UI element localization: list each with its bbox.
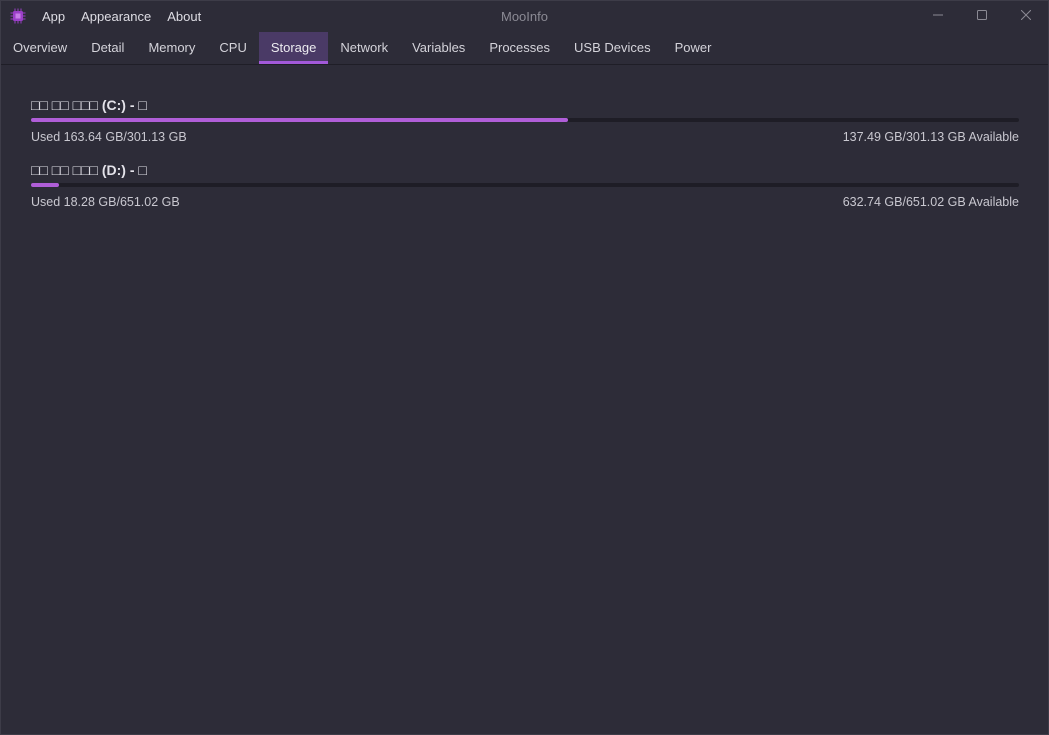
tab-usb-devices[interactable]: USB Devices — [562, 32, 663, 64]
tab-detail[interactable]: Detail — [79, 32, 136, 64]
available-text: 632.74 GB/651.02 GB Available — [842, 195, 1019, 209]
drive-c: □□ □□ □□□ (C:) - □ Used 163.64 GB/301.13… — [31, 95, 1019, 145]
tab-memory[interactable]: Memory — [136, 32, 207, 64]
tab-power[interactable]: Power — [663, 32, 724, 64]
chip-icon — [10, 8, 26, 24]
tab-storage[interactable]: Storage — [258, 32, 329, 64]
storage-panel: □□ □□ □□□ (C:) - □ Used 163.64 GB/301.13… — [31, 95, 1019, 225]
close-icon — [1020, 7, 1032, 25]
menu-appearance[interactable]: Appearance — [73, 1, 159, 33]
usage-bar — [31, 183, 1019, 187]
maximize-button[interactable] — [960, 1, 1004, 31]
tab-bar: Overview Detail Memory CPU Storage Netwo… — [1, 32, 1048, 65]
minimize-button[interactable] — [916, 1, 960, 31]
tab-cpu[interactable]: CPU — [207, 32, 258, 64]
menu-app[interactable]: App — [34, 1, 73, 33]
available-text: 137.49 GB/301.13 GB Available — [842, 130, 1019, 144]
close-button[interactable] — [1004, 1, 1048, 31]
usage-bar-fill — [31, 183, 59, 187]
minimize-icon — [933, 7, 943, 25]
maximize-icon — [977, 7, 987, 25]
used-text: Used 18.28 GB/651.02 GB — [31, 195, 180, 209]
usage-bar — [31, 118, 1019, 122]
drive-d: □□ □□ □□□ (D:) - □ Used 18.28 GB/651.02 … — [31, 160, 1019, 210]
used-text: Used 163.64 GB/301.13 GB — [31, 130, 187, 144]
usage-bar-fill — [31, 118, 568, 122]
tab-network[interactable]: Network — [328, 32, 400, 64]
tab-overview[interactable]: Overview — [1, 32, 79, 64]
window-controls — [916, 1, 1048, 33]
drive-title: □□ □□ □□□ (D:) - □ — [31, 162, 147, 178]
app-window: App Appearance About MooInfo Overview De… — [0, 0, 1049, 735]
tab-processes[interactable]: Processes — [477, 32, 562, 64]
menu-bar: App Appearance About — [34, 1, 209, 33]
menu-about[interactable]: About — [159, 1, 209, 33]
title-bar[interactable]: App Appearance About MooInfo — [1, 1, 1048, 33]
drive-title: □□ □□ □□□ (C:) - □ — [31, 97, 147, 113]
tab-variables[interactable]: Variables — [400, 32, 477, 64]
